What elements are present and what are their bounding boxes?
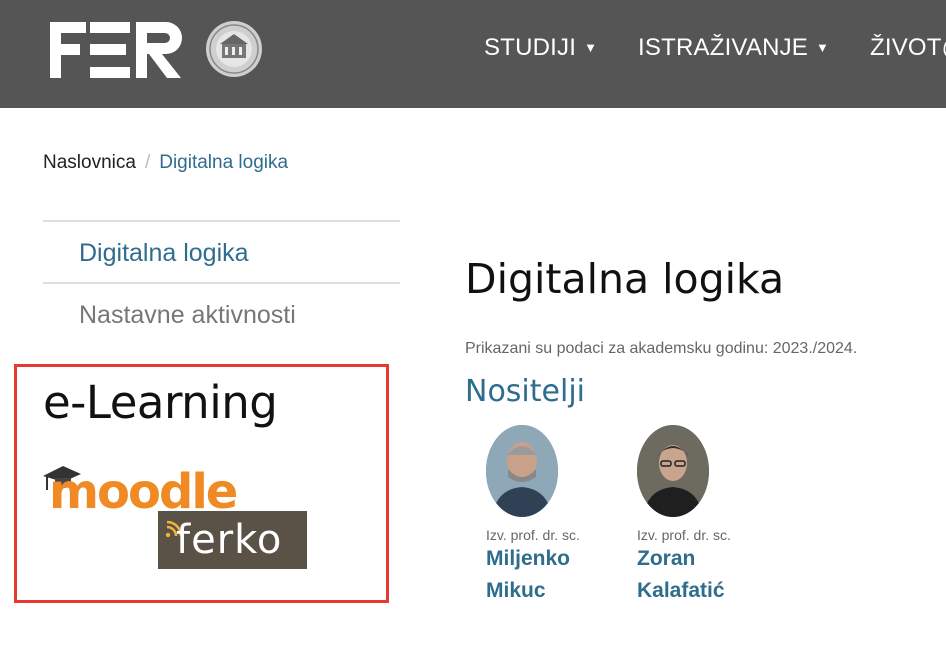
caret-down-icon: ▼: [816, 40, 830, 55]
moodle-wordmark: moodle: [49, 464, 236, 512]
sidebar-item-nastavne-aktivnosti[interactable]: Nastavne aktivnosti: [79, 301, 296, 330]
elearning-heading: e-Learning: [43, 376, 278, 429]
moodle-logo-link[interactable]: moodle: [41, 458, 236, 512]
main-nav: STUDIJI▼ ISTRAŽIVANJE▼ ŽIVOT@: [484, 34, 946, 62]
nav-studiji[interactable]: STUDIJI ▼: [484, 34, 597, 62]
nav-istrazivanje[interactable]: ISTRAŽIVANJE ▼: [638, 34, 829, 62]
lecturer-name-link[interactable]: Miljenko Mikuc: [486, 543, 646, 607]
ferko-logo-link[interactable]: ferko: [158, 511, 307, 569]
lecturer-name-link[interactable]: Zoran Kalafatić: [637, 543, 797, 607]
academic-year-note: Prikazani su podaci za akademsku godinu:…: [465, 340, 858, 357]
ferko-wordmark: ferko: [176, 517, 283, 563]
top-navbar: STUDIJI▼ ISTRAŽIVANJE▼ ŽIVOT@: [0, 0, 946, 108]
nav-zivot[interactable]: ŽIVOT@: [870, 34, 946, 62]
breadcrumb-separator: /: [144, 152, 151, 173]
section-title-nositelji: Nositelji: [465, 374, 585, 409]
lecturer-card: Izv. prof. dr. sc. Miljenko Mikuc: [486, 425, 646, 607]
lecturer-photo[interactable]: [637, 425, 709, 517]
sidebar-divider: [43, 220, 400, 222]
lecturer-photo[interactable]: [486, 425, 558, 517]
fer-logo[interactable]: [50, 22, 185, 78]
sidebar-item-digitalna-logika[interactable]: Digitalna logika: [79, 239, 249, 268]
lecturer-last-name: Mikuc: [486, 579, 546, 602]
lecturer-card: Izv. prof. dr. sc. Zoran Kalafatić: [637, 425, 797, 607]
sidebar-divider: [43, 282, 400, 284]
lecturer-title: Izv. prof. dr. sc.: [637, 527, 731, 543]
university-seal-icon: [206, 21, 262, 77]
lecturer-first-name: Zoran: [637, 547, 696, 570]
lecturer-last-name: Kalafatić: [637, 579, 725, 602]
caret-down-icon: ▼: [584, 40, 598, 55]
breadcrumb-home-link[interactable]: Naslovnica: [43, 152, 136, 173]
breadcrumb: Naslovnica / Digitalna logika: [43, 152, 288, 174]
lecturer-first-name: Miljenko: [486, 547, 571, 570]
breadcrumb-current[interactable]: Digitalna logika: [159, 152, 288, 173]
lecturer-title: Izv. prof. dr. sc.: [486, 527, 580, 543]
page-title: Digitalna logika: [465, 255, 785, 303]
